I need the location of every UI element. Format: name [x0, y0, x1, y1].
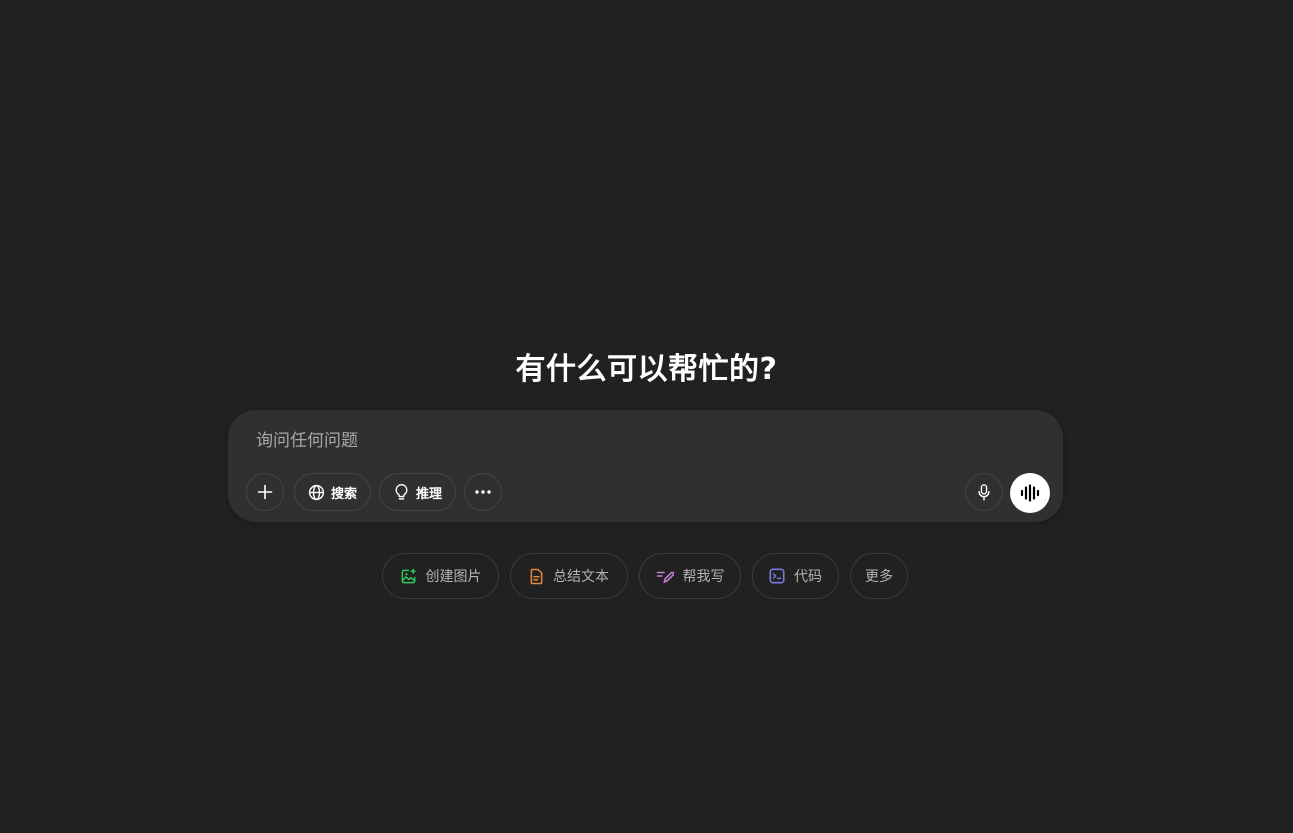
reason-button[interactable]: 推理	[379, 473, 456, 511]
ellipsis-icon	[475, 490, 491, 494]
main-page: 有什么可以帮忙的? 搜索 推理	[0, 0, 1293, 833]
suggestion-more-label: 更多	[865, 569, 893, 585]
prompt-input[interactable]	[256, 427, 956, 455]
document-icon	[530, 568, 543, 584]
search-button[interactable]: 搜索	[294, 473, 371, 511]
search-button-label: 搜索	[330, 486, 357, 502]
plus-icon	[257, 484, 273, 500]
more-tools-button[interactable]	[464, 473, 502, 511]
reason-button-label: 推理	[415, 486, 442, 502]
suggestion-create-image[interactable]: 创建图片	[382, 553, 499, 599]
suggestion-summarize-text[interactable]: 总结文本	[510, 553, 628, 599]
suggestion-chips: 创建图片 总结文本 帮我写 代码 更多	[0, 553, 1293, 599]
suggestion-help-me-write[interactable]: 帮我写	[639, 553, 741, 599]
suggestion-summarize-text-label: 总结文本	[553, 569, 609, 585]
pen-icon	[656, 571, 674, 583]
page-title: 有什么可以帮忙的?	[515, 352, 778, 387]
suggestion-create-image-label: 创建图片	[425, 569, 482, 585]
suggestion-help-me-write-label: 帮我写	[682, 569, 725, 585]
microphone-icon	[978, 483, 990, 501]
add-attachment-button[interactable]	[246, 473, 284, 511]
dictate-button[interactable]	[965, 473, 1003, 511]
voice-mode-button[interactable]	[1010, 473, 1050, 513]
globe-icon	[308, 484, 325, 500]
voice-waveform-icon	[1020, 484, 1040, 502]
lightbulb-icon	[395, 484, 408, 500]
prompt-composer: 搜索 推理	[228, 410, 1063, 522]
terminal-icon	[769, 568, 785, 584]
suggestion-code-label: 代码	[794, 569, 822, 585]
suggestion-code[interactable]: 代码	[752, 553, 839, 599]
suggestion-more[interactable]: 更多	[850, 553, 908, 599]
image-icon	[401, 568, 416, 583]
